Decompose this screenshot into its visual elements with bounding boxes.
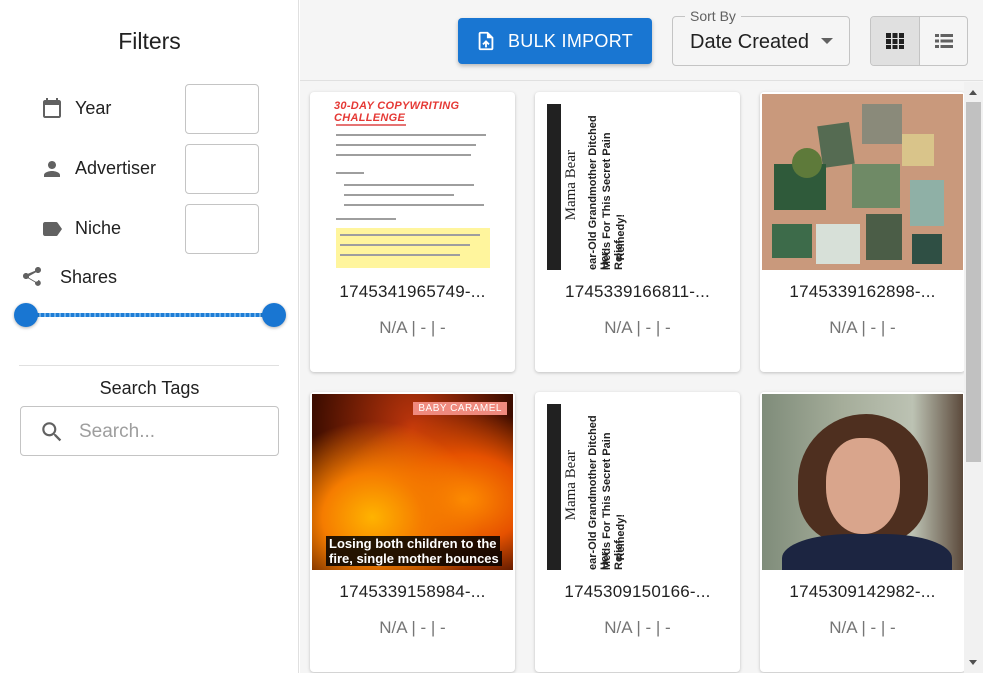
filter-year-label: Year xyxy=(75,98,112,118)
grid-scrollbar[interactable] xyxy=(964,82,983,673)
main-content: BULK IMPORT Sort By Date Created 30-DAY … xyxy=(300,0,983,673)
filters-title: Filters xyxy=(118,28,181,54)
thumbnail-headline: Remedy! xyxy=(615,214,627,261)
card-thumbnail: 30-DAY COPYWRITING CHALLENGE xyxy=(312,94,513,270)
filter-niche-label: Niche xyxy=(75,218,122,238)
year-input[interactable] xyxy=(185,84,259,134)
toolbar: BULK IMPORT Sort By Date Created xyxy=(300,0,983,81)
slider-max-thumb[interactable] xyxy=(262,303,286,327)
shares-label: Shares xyxy=(60,267,118,287)
shares-range-slider[interactable] xyxy=(14,302,286,328)
sort-by-select[interactable]: Sort By Date Created xyxy=(672,8,850,66)
creative-card[interactable]: Mama Bear ear-Old Grandmother Ditched He… xyxy=(535,392,740,672)
creative-card[interactable]: 1745339162898-... N/A | - | - xyxy=(760,92,964,372)
card-filename: 1745339158984-... xyxy=(339,582,486,601)
search-tags-box[interactable] xyxy=(20,406,279,456)
creative-card[interactable]: 30-DAY COPYWRITING CHALLENGE 17453419657… xyxy=(310,92,515,372)
filter-shares: Shares xyxy=(20,264,220,290)
search-tags-input[interactable] xyxy=(77,417,267,447)
scroll-down-icon[interactable] xyxy=(969,660,977,665)
search-icon xyxy=(42,422,62,442)
thumbnail-headline: Remedy! xyxy=(615,514,627,561)
filter-advertiser: Advertiser xyxy=(40,144,260,194)
caption-line: fire, single mother bounces xyxy=(326,551,502,566)
thumbnail-brand: Mama Bear xyxy=(563,150,579,221)
grid-view-icon xyxy=(886,33,904,49)
calendar-icon xyxy=(43,98,61,118)
card-filename: 1745309150166-... xyxy=(564,582,711,601)
chevron-down-icon xyxy=(821,38,833,44)
filter-niche: Niche xyxy=(40,204,260,254)
card-filename: 1745339162898-... xyxy=(789,282,936,301)
slider-min-thumb[interactable] xyxy=(14,303,38,327)
view-mode-toggle xyxy=(870,16,968,66)
share-icon xyxy=(23,267,41,286)
card-thumbnail xyxy=(762,394,963,570)
creative-card[interactable]: BABY CARAMEL Losing both children to the… xyxy=(310,392,515,672)
thumbnail-title: 30-DAY COPYWRITING CHALLENGE xyxy=(334,100,460,124)
card-filename: 1745339166811-... xyxy=(565,282,710,301)
grid-view-button[interactable] xyxy=(871,17,919,65)
creative-grid: 30-DAY COPYWRITING CHALLENGE 17453419657… xyxy=(300,82,964,673)
card-meta: N/A | - | - xyxy=(604,618,671,637)
scroll-up-icon[interactable] xyxy=(969,90,977,95)
creative-card[interactable]: Mama Bear ear-Old Grandmother Ditched He… xyxy=(535,92,740,372)
filter-year: Year xyxy=(40,84,260,134)
filter-advertiser-label: Advertiser xyxy=(75,158,157,178)
sort-by-label: Sort By xyxy=(685,8,741,24)
thumbnail-caption: Losing both children to the fire, single… xyxy=(326,536,502,566)
card-meta: N/A | - | - xyxy=(829,318,896,337)
thumbnail-brand: Mama Bear xyxy=(563,450,579,521)
slider-track[interactable] xyxy=(26,313,274,317)
card-meta: N/A | - | - xyxy=(379,618,446,637)
card-thumbnail xyxy=(762,94,963,270)
bulk-import-button[interactable]: BULK IMPORT xyxy=(458,18,652,64)
sort-by-value: Date Created xyxy=(690,31,809,53)
person-icon xyxy=(44,161,60,177)
creative-card[interactable]: 1745309142982-... N/A | - | - xyxy=(760,392,964,672)
label-icon xyxy=(43,222,62,236)
upload-file-icon xyxy=(478,31,494,51)
caption-line: Losing both children to the xyxy=(326,536,500,551)
thumbnail-badge: BABY CARAMEL xyxy=(413,402,507,415)
card-filename: 1745309142982-... xyxy=(789,582,936,601)
card-meta: N/A | - | - xyxy=(829,618,896,637)
filters-sidebar: Filters Year Advertiser Niche Shares Sea… xyxy=(0,0,299,673)
list-view-button[interactable] xyxy=(918,17,967,65)
advertiser-input[interactable] xyxy=(185,144,259,194)
card-thumbnail: Mama Bear ear-Old Grandmother Ditched He… xyxy=(537,394,738,570)
niche-input[interactable] xyxy=(185,204,259,254)
card-filename: 1745341965749-... xyxy=(339,282,486,301)
card-meta: N/A | - | - xyxy=(604,318,671,337)
scrollbar-thumb[interactable] xyxy=(966,102,981,462)
list-view-icon xyxy=(934,34,953,48)
card-thumbnail: Mama Bear ear-Old Grandmother Ditched He… xyxy=(537,94,738,270)
card-meta: N/A | - | - xyxy=(379,318,446,337)
search-tags-title: Search Tags xyxy=(99,378,200,398)
card-thumbnail: BABY CARAMEL Losing both children to the… xyxy=(312,394,513,570)
sidebar-divider xyxy=(19,365,279,366)
bulk-import-label: BULK IMPORT xyxy=(508,31,633,51)
